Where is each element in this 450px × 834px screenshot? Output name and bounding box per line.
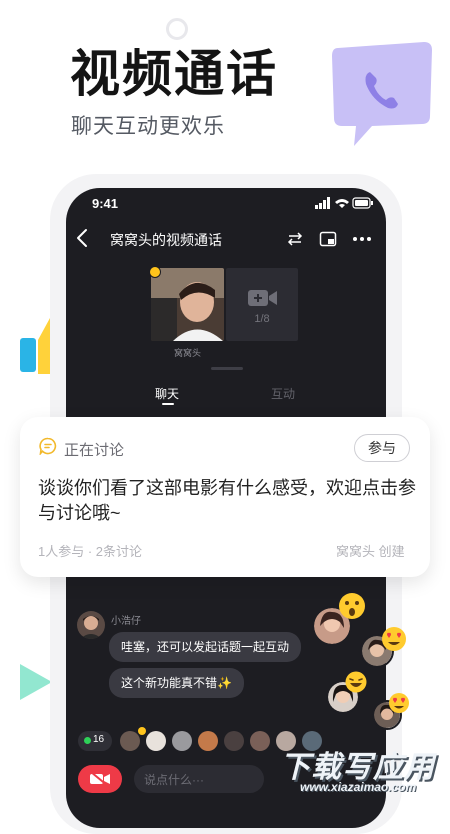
participant-avatar[interactable] [250,731,270,751]
status-icons [315,197,373,209]
participant-avatar[interactable] [198,731,218,751]
speaking-indicator [138,727,146,735]
participant-avatar[interactable] [172,731,192,751]
participant-avatar[interactable] [146,731,166,751]
chat-input-placeholder: 说点什么··· [144,773,204,787]
status-time: 9:41 [92,196,119,211]
speaking-indicator [149,266,161,278]
laughing-emoji-icon [345,671,367,693]
speaker-video[interactable] [151,268,224,341]
participant-avatar[interactable] [224,731,244,751]
discussion-creator: 窝窝头 创建 [336,544,405,559]
surprised-emoji-icon [339,593,365,619]
heart-eyes-emoji-icon [389,693,409,713]
phone-call-icon [332,42,432,146]
chat-sender-name: 小浩仔 [111,616,141,627]
participant-avatar[interactable] [120,731,140,751]
camera-off-icon [90,771,110,787]
chat-message: 这个新功能真不错✨ [109,668,244,698]
tab-interact[interactable]: 互动 [271,385,295,402]
tab-active-indicator [162,403,174,405]
speaker-name: 窝窝头 [173,348,201,358]
discussion-topic: 谈谈你们看了这部电影有什么感受，欢迎点击参与讨论哦~ [38,478,416,523]
page-title: 窝窝头的视频通话 [110,232,222,248]
promo-headline: 视频通话 [70,46,278,102]
back-arrow-icon[interactable] [74,227,92,249]
discussion-meta: 1人参与 · 2条讨论 [38,544,143,559]
online-dot [84,737,91,744]
slot-count: 1/8 [254,313,270,325]
discussion-icon [39,437,57,455]
heart-eyes-emoji-icon [382,627,406,651]
watermark-url: www.xiazaimao.com [300,780,417,794]
join-button[interactable]: 参与 [354,434,410,462]
more-icon[interactable] [352,236,372,242]
add-video-icon [248,290,277,306]
promo-subline: 聊天互动更欢乐 [71,115,225,138]
minimize-window-icon[interactable] [319,231,337,247]
discussion-status: 正在讨论 [64,442,125,459]
avatar[interactable] [77,611,105,639]
chat-message: 哇塞，还可以发起话题一起互动 [109,632,302,662]
page-indicator [211,367,243,370]
online-count: 16 [93,734,105,745]
tab-chat[interactable]: 聊天 [155,385,179,402]
switch-icon[interactable] [286,231,304,247]
